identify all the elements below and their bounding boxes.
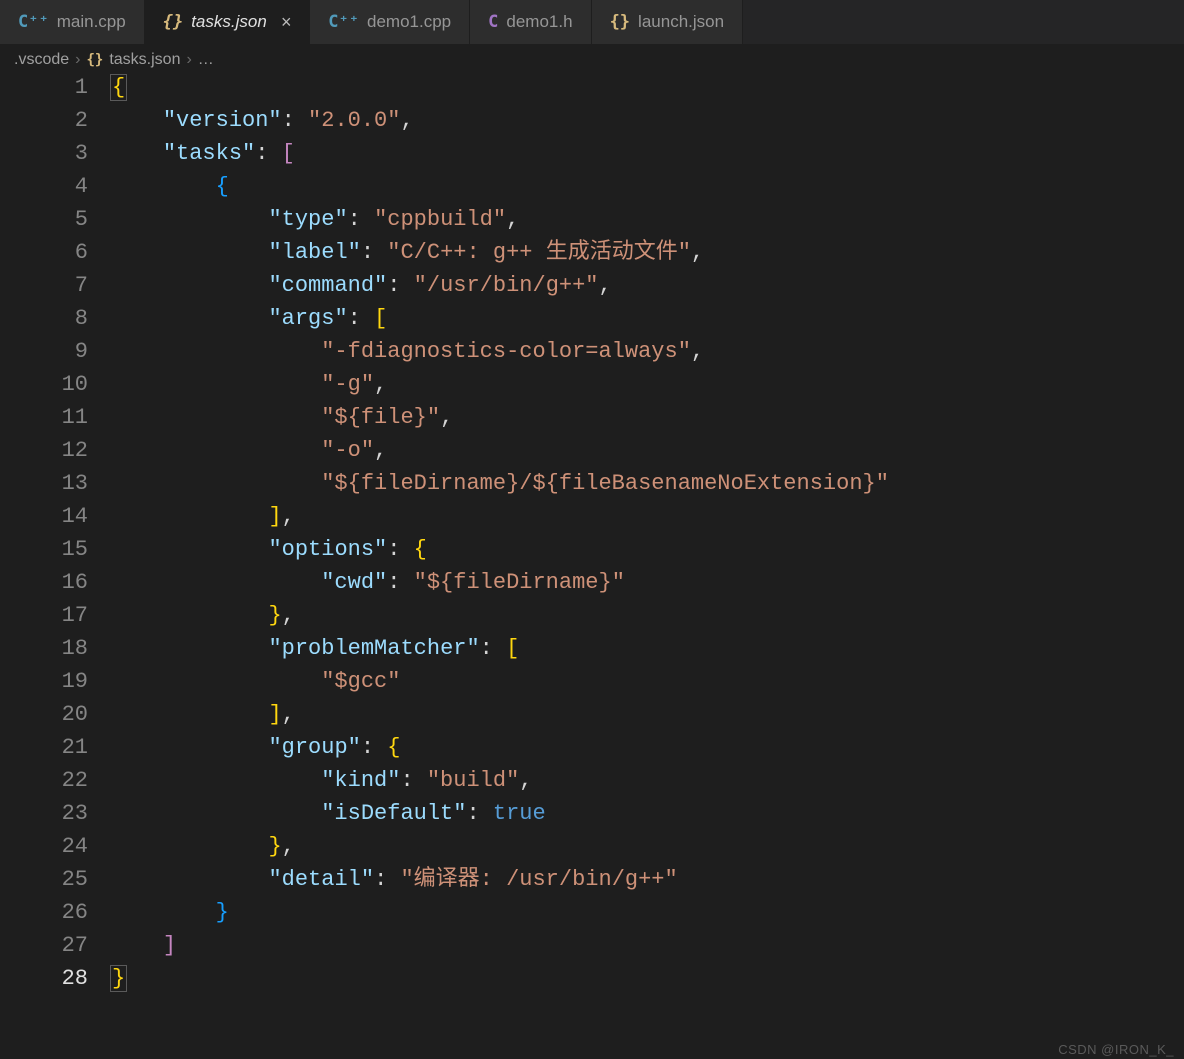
tab-bar: C⁺⁺ main.cpp {} tasks.json × C⁺⁺ demo1.c… [0,0,1184,45]
breadcrumb-seg[interactable]: tasks.json [109,51,180,69]
braces-icon: {} [86,52,103,68]
cpp-icon: C⁺⁺ [18,12,49,32]
tab-launch-json[interactable]: {} launch.json [592,0,744,44]
code-content[interactable]: { "version": "2.0.0", "tasks": [ { "type… [110,71,1184,995]
tab-label: demo1.h [506,12,572,32]
tab-label: demo1.cpp [367,12,451,32]
tab-label: main.cpp [57,12,126,32]
tab-demo1-h[interactable]: C demo1.h [470,0,591,44]
braces-icon: {} [610,12,630,32]
c-header-icon: C [488,12,498,32]
chevron-right-icon: › [186,51,191,69]
cpp-icon: C⁺⁺ [328,12,359,32]
close-icon[interactable]: × [281,12,292,33]
breadcrumb-seg[interactable]: .vscode [14,51,69,69]
chevron-right-icon: › [75,51,80,69]
tab-demo1-cpp[interactable]: C⁺⁺ demo1.cpp [310,0,470,44]
watermark: CSDN @IRON_K_ [1058,1042,1174,1057]
tab-label: launch.json [638,12,724,32]
tab-main-cpp[interactable]: C⁺⁺ main.cpp [0,0,145,44]
tab-label: tasks.json [191,12,267,32]
braces-icon: {} [163,12,183,32]
breadcrumb[interactable]: .vscode › {} tasks.json › … [0,45,1184,71]
breadcrumb-seg[interactable]: … [198,51,214,69]
code-editor[interactable]: 1234567891011121314151617181920212223242… [0,71,1184,995]
line-gutter: 1234567891011121314151617181920212223242… [0,71,110,995]
tab-tasks-json[interactable]: {} tasks.json × [145,0,311,44]
